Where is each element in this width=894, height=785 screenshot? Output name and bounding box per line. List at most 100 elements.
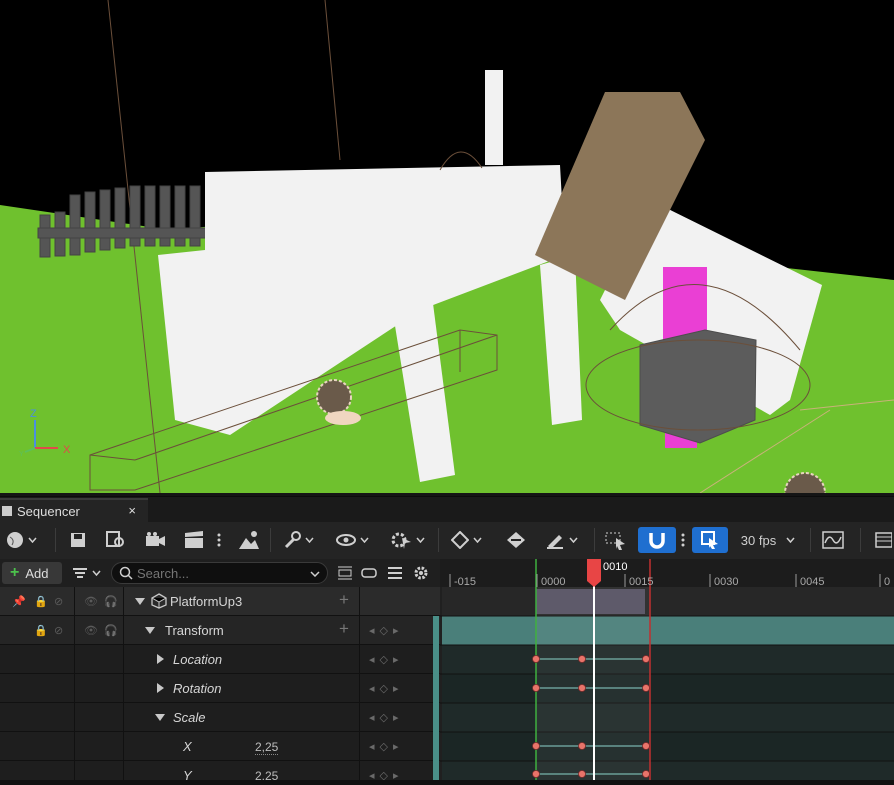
collapse-button[interactable] (336, 562, 354, 584)
chevron-down-icon (786, 537, 795, 543)
camera-button[interactable] (142, 528, 168, 552)
track-color-tag (433, 674, 439, 703)
add-label: Add (25, 565, 49, 581)
expand-icon (361, 568, 377, 578)
key-navigation[interactable]: ◂◇▸ (369, 740, 404, 753)
key-navigation[interactable]: ◂◇▸ (369, 624, 404, 637)
solo-icon[interactable]: 🎧 (104, 624, 118, 637)
list-icon (388, 567, 402, 579)
more-options-button[interactable] (214, 528, 224, 552)
key-interp-button[interactable] (447, 528, 485, 552)
add-track-button[interactable]: + Add (2, 562, 62, 584)
timeline-options-button[interactable] (868, 528, 894, 552)
timeline-icon (875, 532, 892, 548)
track-row-scale[interactable]: Scale ◂◇▸ (0, 703, 440, 732)
world-button[interactable] (2, 528, 40, 552)
mute-icon[interactable]: ⊘ (54, 624, 63, 637)
chevron-right-icon[interactable] (157, 654, 164, 664)
search-icon (119, 566, 133, 580)
track-row-scale-y[interactable]: Y 2,25 ◂◇▸ (0, 761, 440, 780)
chevron-down-icon[interactable] (145, 627, 155, 634)
key-swap-button[interactable] (503, 528, 529, 552)
keyframe[interactable] (642, 742, 650, 750)
keyframe[interactable] (532, 742, 540, 750)
list-view-button[interactable] (386, 562, 404, 584)
chevron-down-icon[interactable] (135, 598, 145, 605)
track-row-transform[interactable]: 🔒 ⊘ 👁 🎧 Transform + ◂◇▸ (0, 616, 440, 645)
playback-options-button[interactable] (388, 528, 426, 552)
chevron-down-icon (568, 537, 578, 543)
scale-y-value[interactable]: 2,25 (255, 769, 278, 780)
keyframe[interactable] (642, 770, 650, 778)
select-button[interactable] (603, 528, 629, 552)
mute-icon[interactable]: ⊘ (54, 595, 63, 608)
visibility-icon[interactable]: 👁 (84, 624, 98, 637)
track-label-x: X (183, 739, 192, 754)
chevron-right-icon[interactable] (157, 683, 164, 693)
snap-more-button[interactable] (678, 528, 688, 552)
tab-sequencer[interactable]: Sequencer × (0, 498, 148, 523)
snap-frame-button[interactable] (692, 527, 728, 553)
settings-button[interactable] (412, 562, 430, 584)
keyframe[interactable] (642, 684, 650, 692)
keyframe[interactable] (532, 655, 540, 663)
find-asset-icon (106, 531, 124, 547)
keyframe[interactable] (532, 684, 540, 692)
chevron-down-icon (27, 537, 37, 543)
close-icon[interactable]: × (128, 503, 136, 518)
clapper-button[interactable] (181, 528, 207, 552)
track-row-location[interactable]: Location ◂◇▸ (0, 645, 440, 674)
add-subtrack-button[interactable]: + (339, 590, 349, 610)
track-color-tag (433, 616, 439, 645)
fps-dropdown[interactable]: 30 fps (738, 528, 798, 552)
more-icon (681, 533, 685, 547)
axis-x-label: X (63, 444, 71, 456)
level-viewport[interactable]: Z X Y (0, 0, 894, 493)
render-button[interactable] (236, 528, 262, 552)
track-color-tag (433, 732, 439, 761)
track-row-scale-x[interactable]: X 2,25 ◂◇▸ (0, 732, 440, 761)
add-subtrack-button[interactable]: + (339, 619, 349, 639)
wrench-icon (284, 531, 301, 549)
filter-button[interactable] (68, 562, 104, 584)
snap-toggle-button[interactable] (638, 527, 676, 553)
curve-editor-icon (822, 531, 844, 549)
solo-icon[interactable]: 🎧 (104, 595, 118, 608)
track-row-rotation[interactable]: Rotation ◂◇▸ (0, 674, 440, 703)
expand-button[interactable] (360, 562, 378, 584)
timeline-area[interactable]: 0010 -015 0000 0015 0030 0045 0 (440, 559, 894, 780)
key-navigation[interactable]: ◂◇▸ (369, 769, 404, 780)
section-bar[interactable] (536, 589, 645, 614)
ruler-tick-label: 0030 (714, 576, 738, 588)
transform-track-bar[interactable] (442, 616, 894, 645)
curve-editor-button[interactable] (820, 528, 846, 552)
keyframe[interactable] (642, 655, 650, 663)
keyframe[interactable] (532, 770, 540, 778)
search-input[interactable] (137, 565, 297, 581)
track-label-transform: Transform (165, 623, 224, 638)
key-navigation[interactable]: ◂◇▸ (369, 653, 404, 666)
save-button[interactable] (66, 528, 90, 552)
visibility-icon[interactable]: 👁 (84, 595, 98, 608)
chevron-down-icon[interactable] (155, 714, 165, 721)
edit-button[interactable] (542, 528, 580, 552)
lock-icon[interactable]: 🔒 (34, 624, 48, 637)
fps-label: 30 fps (740, 532, 777, 548)
keyframe[interactable] (578, 684, 586, 692)
keyframe[interactable] (578, 742, 586, 750)
track-label-platformup3: PlatformUp3 (170, 594, 243, 609)
search-field[interactable] (111, 562, 328, 584)
keyframe[interactable] (578, 655, 586, 663)
track-row-platformup3[interactable]: 📌 🔒 ⊘ 👁 🎧 PlatformUp3 + (0, 587, 440, 616)
track-label-y: Y (183, 768, 192, 780)
pin-icon[interactable]: 📌 (12, 595, 26, 608)
key-navigation[interactable]: ◂◇▸ (369, 711, 404, 724)
lock-icon[interactable]: 🔒 (34, 595, 48, 608)
find-asset-button[interactable] (103, 528, 129, 552)
ruler-tick-label: 0015 (629, 576, 653, 588)
tools-button[interactable] (280, 528, 316, 552)
key-navigation[interactable]: ◂◇▸ (369, 682, 404, 695)
keyframe[interactable] (578, 770, 586, 778)
view-options-button[interactable] (334, 528, 370, 552)
scale-x-value[interactable]: 2,25 (255, 740, 279, 755)
